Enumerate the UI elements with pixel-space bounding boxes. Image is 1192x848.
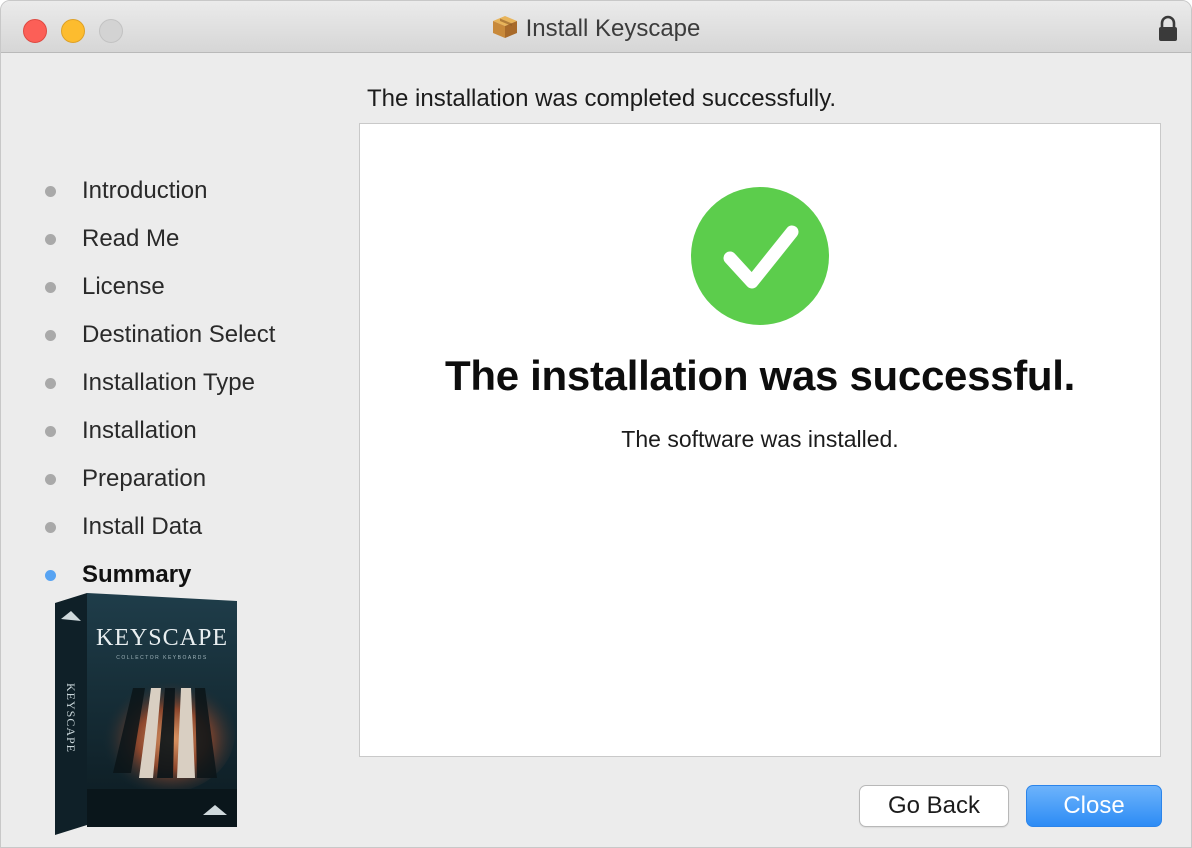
- sidebar-step-introduction: Introduction: [45, 167, 275, 215]
- close-button[interactable]: Close: [1026, 785, 1162, 827]
- window-title: Install Keyscape: [525, 15, 701, 42]
- step-label: Preparation: [82, 465, 207, 492]
- sidebar-step-install-data: Install Data: [45, 503, 275, 551]
- box-side-text: KEYSCAPE: [64, 683, 78, 753]
- sidebar-step-installation-type: Installation Type: [45, 359, 275, 407]
- step-label: Install Data: [82, 513, 203, 540]
- step-label: Installation: [82, 417, 197, 444]
- step-label: Introduction: [82, 177, 208, 204]
- success-title: The installation was successful.: [445, 352, 1075, 399]
- step-label: Destination Select: [82, 321, 276, 348]
- window-title-wrap: Install Keyscape: [1, 15, 1191, 43]
- sidebar-step-preparation: Preparation: [45, 455, 275, 503]
- success-subtitle: The software was installed.: [621, 426, 899, 452]
- step-label: Installation Type: [82, 369, 256, 396]
- box-tagline-text: COLLECTOR KEYBOARDS: [116, 655, 207, 661]
- step-bullet-icon: [45, 185, 56, 197]
- step-bullet-icon: [45, 425, 56, 437]
- page-headline: The installation was completed successfu…: [367, 85, 837, 112]
- step-bullet-icon: [45, 329, 56, 341]
- step-label: Read Me: [82, 225, 180, 252]
- sidebar-step-license: License: [45, 263, 275, 311]
- installer-steps-sidebar: Introduction Read Me License Destination…: [45, 167, 275, 599]
- installer-window: Install Keyscape The installation was co…: [0, 0, 1192, 848]
- sidebar-step-destination-select: Destination Select: [45, 311, 275, 359]
- sidebar-step-installation: Installation: [45, 407, 275, 455]
- box-brand-text: KEYSCAPE: [96, 625, 228, 651]
- step-label: License: [82, 273, 165, 300]
- keyscape-product-box-image: KEYSCAPE COLLECTOR KEYBOARDS KEYSCAPE: [55, 593, 237, 835]
- sidebar-step-summary: Summary: [45, 551, 275, 599]
- go-back-button[interactable]: Go Back: [859, 785, 1009, 827]
- step-bullet-icon: [45, 473, 56, 485]
- summary-panel: The installation was successful. The sof…: [359, 123, 1161, 757]
- checkmark-circle-icon: [691, 187, 829, 325]
- step-bullet-icon: [45, 521, 56, 533]
- step-bullet-icon: [45, 233, 56, 245]
- title-bar[interactable]: Install Keyscape: [1, 1, 1191, 53]
- sidebar-step-read-me: Read Me: [45, 215, 275, 263]
- lock-icon[interactable]: [1157, 15, 1179, 43]
- step-bullet-icon: [45, 377, 56, 389]
- package-icon: [492, 16, 517, 38]
- step-label: Summary: [82, 561, 192, 588]
- step-bullet-icon: [45, 281, 56, 293]
- active-step-bullet-icon: [45, 569, 56, 581]
